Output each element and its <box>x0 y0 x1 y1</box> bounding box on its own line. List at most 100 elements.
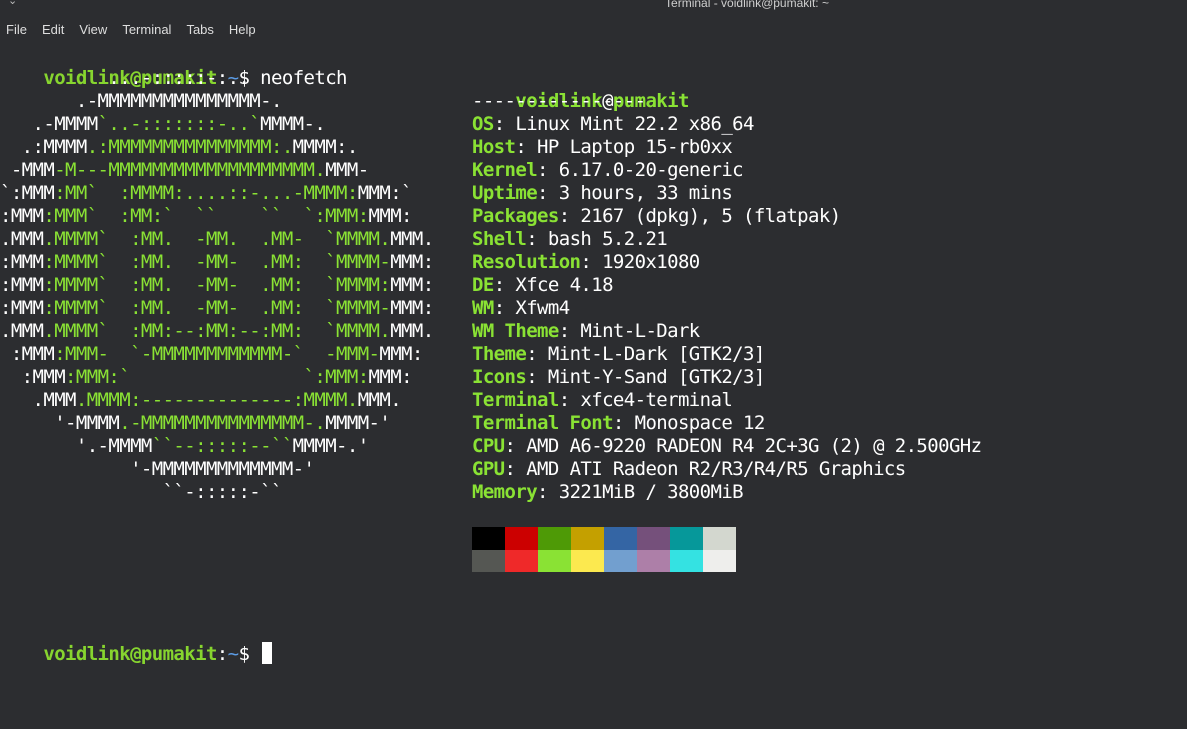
info-key: DE <box>472 274 494 296</box>
info-row: DE: Xfce 4.18 <box>472 274 614 297</box>
ascii-logo-segment: :MMMM` :MM. -MM- .MM: `MMMM- <box>43 251 391 273</box>
info-value: Mint-L-Dark <box>580 320 700 342</box>
ascii-logo-segment: MMMM-' <box>325 412 391 434</box>
info-value: 1920x1080 <box>602 251 700 273</box>
menu-edit[interactable]: Edit <box>35 22 72 37</box>
ascii-logo-line: .MMM.MMMM:--------------:MMMM.MMM. <box>0 389 402 412</box>
ascii-logo-line: :MMM:MMMM` :MM. -MM- .MM: `MMMM:MMM: <box>0 274 434 297</box>
info-value: Monospace 12 <box>634 412 766 434</box>
ascii-logo-segment: MMMM:. <box>292 136 359 158</box>
info-key: Kernel <box>472 159 538 181</box>
info-row: Memory: 3221MiB / 3800MiB <box>472 481 744 504</box>
prompt-user-host: voidlink@pumakit <box>43 643 217 665</box>
color-palette <box>472 527 736 572</box>
info-key: Shell <box>472 228 527 250</box>
ascii-logo-segment: '-MMMMMMMMMMMMM-' <box>0 458 315 480</box>
ascii-logo-line: '.-MMMM``--:::::--``MMMM-.' <box>0 435 369 458</box>
menu-view[interactable]: View <box>72 22 115 37</box>
ascii-logo-line: .-MMMM`..-:::::::-..`MMMM-. <box>0 113 326 136</box>
info-colon: : <box>537 159 559 181</box>
info-row: Packages: 2167 (dpkg), 5 (flatpak) <box>472 205 841 228</box>
menu-tabs[interactable]: Tabs <box>179 22 221 37</box>
color-swatch <box>703 527 736 550</box>
info-value: HP Laptop 15-rb0xx <box>537 136 733 158</box>
ascii-logo-segment: MMM: <box>390 297 434 319</box>
ascii-logo-segment: :MMM <box>0 343 55 365</box>
info-colon: : <box>493 274 516 296</box>
ascii-logo-line: .MMM.MMMM` :MM. -MM. .MM- `MMMM.MMM. <box>0 228 434 251</box>
info-value: Xfwm4 <box>515 297 570 319</box>
info-key: OS <box>472 113 494 135</box>
menu-bar: File Edit View Terminal Tabs Help <box>0 17 1187 41</box>
ascii-logo-segment: -M---MMMMMMMMMMMMMMMMMMM. <box>54 159 326 181</box>
color-swatch <box>637 527 670 550</box>
prompt-path: ~ <box>227 643 239 665</box>
ascii-logo-segment: :MMM- `-MMMMMMMMMMMM-` -MMM- <box>54 343 380 365</box>
color-swatch <box>538 550 571 572</box>
info-colon: : <box>504 458 527 480</box>
menu-file[interactable]: File <box>0 22 35 37</box>
info-colon: : <box>558 389 581 411</box>
ascii-logo-segment: :MMMM` :MM. -MM- .MM: `MMMM: <box>43 274 391 296</box>
prompt-separator: : <box>216 643 228 665</box>
ascii-logo-line: :MMM:MMMM` :MM. -MM- .MM: `MMMM-MMM: <box>0 251 434 274</box>
color-swatch <box>472 550 505 572</box>
window-titlebar[interactable]: ⌄ Terminal - voidlink@pumakit: ~ <box>0 0 1187 12</box>
ascii-logo-segment: `:MMM <box>0 182 55 204</box>
info-colon: : <box>504 435 527 457</box>
ascii-logo-segment: :MMMM` :MM. -MM- .MM: `MMMM- <box>43 297 391 319</box>
info-key: Theme <box>472 343 527 365</box>
ascii-logo-segment: ``--:::::--`` <box>151 435 294 457</box>
ascii-logo-line: ``-:::::-`` <box>0 481 283 504</box>
color-swatch <box>637 550 670 572</box>
color-swatch <box>703 550 736 572</box>
color-swatch <box>604 527 637 550</box>
ascii-logo-segment: .MMMM:--------------:MMMM. <box>75 389 358 411</box>
info-colon: : <box>558 320 581 342</box>
menu-help[interactable]: Help <box>222 22 264 37</box>
ascii-logo-line: -MMM-M---MMMMMMMMMMMMMMMMMMM.MMM- <box>0 159 369 182</box>
ascii-logo-segment: -MMM <box>0 159 55 181</box>
menu-terminal[interactable]: Terminal <box>115 22 179 37</box>
ascii-logo-segment: .-MMMM <box>0 113 99 135</box>
info-value: Mint-Y-Sand [GTK2/3] <box>547 366 765 388</box>
ascii-logo-segment: :MMM <box>0 366 66 388</box>
info-colon: : <box>493 297 516 319</box>
ascii-logo-segment: MMMM-.' <box>292 435 369 457</box>
text-cursor <box>262 642 273 664</box>
info-key: Packages <box>472 205 559 227</box>
info-key: WM <box>472 297 494 319</box>
ascii-logo-segment: .MMMM` :MM:--:MM:--:MM: `MMMM. <box>43 320 391 342</box>
ascii-logo-segment: MMM. <box>357 389 402 411</box>
info-colon: : <box>537 481 559 503</box>
ascii-logo-segment: .-MMMMMMMMMMMMMMM-. <box>0 90 283 112</box>
info-value: 2167 (dpkg), 5 (flatpak) <box>580 205 841 227</box>
info-row: Icons: Mint-Y-Sand [GTK2/3] <box>472 366 765 389</box>
info-underline: ---------------- <box>472 90 646 112</box>
info-key: Resolution <box>472 251 581 273</box>
ascii-logo-line: .MMM.MMMM` :MM:--:MM:--:MM: `MMMM.MMM. <box>0 320 434 343</box>
info-row: Resolution: 1920x1080 <box>472 251 700 274</box>
color-swatch <box>604 550 637 572</box>
ascii-logo-segment: ``-:::::-`` <box>0 481 283 503</box>
info-value: Mint-L-Dark [GTK2/3] <box>547 343 765 365</box>
info-value: xfce4-terminal <box>580 389 733 411</box>
ascii-logo-line: .:MMMM.:MMMMMMMMMMMMMMM:.MMMM:. <box>0 136 359 159</box>
info-key: Icons <box>472 366 527 388</box>
info-row: Shell: bash 5.2.21 <box>472 228 668 251</box>
info-value: 6.17.0-20-generic <box>558 159 744 181</box>
ascii-logo-segment: :MM` :MMMM:....::-...-MMMM: <box>54 182 358 204</box>
prompt-line-current[interactable]: voidlink@pumakit:~$ <box>0 619 273 689</box>
window-title: Terminal - voidlink@pumakit: ~ <box>665 0 829 10</box>
ascii-logo-segment: .MMM <box>0 389 77 411</box>
info-row: Theme: Mint-L-Dark [GTK2/3] <box>472 343 765 366</box>
ascii-logo-segment: MMMM-. <box>260 113 326 135</box>
info-value: 3 hours, 33 mins <box>558 182 733 204</box>
info-value: 3221MiB / 3800MiB <box>558 481 744 503</box>
info-colon: : <box>526 366 548 388</box>
ascii-logo-segment: .MMMM` :MM. -MM. .MM- `MMMM. <box>43 228 391 250</box>
ascii-logo-segment: :MMM` :MM:` `` `` `:MMM: <box>43 205 369 227</box>
info-key: Host <box>472 136 516 158</box>
info-value: bash 5.2.21 <box>547 228 668 250</box>
prompt-dollar: $ <box>238 643 261 665</box>
